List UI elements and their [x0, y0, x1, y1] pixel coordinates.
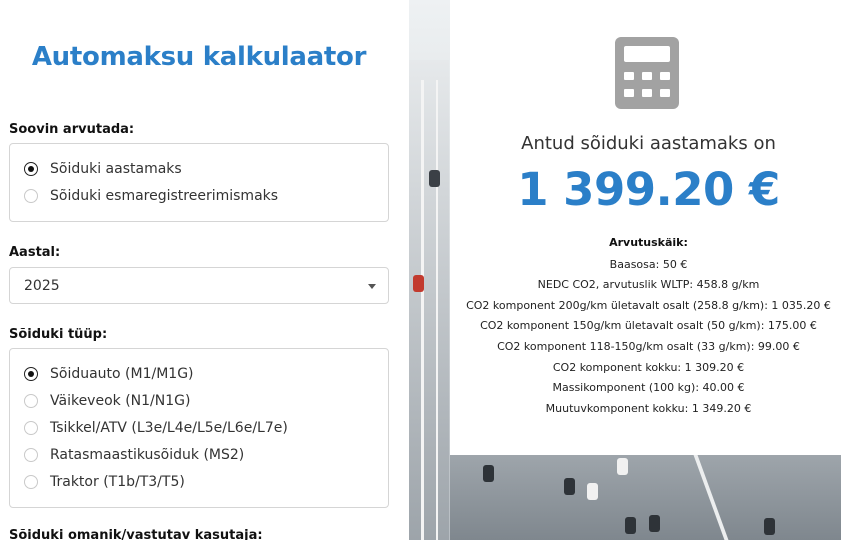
breakdown-heading: Arvutuskäik:	[609, 236, 688, 249]
year-select[interactable]: 2025	[9, 267, 389, 304]
radio-button[interactable]	[24, 162, 38, 176]
lane-marking	[436, 80, 438, 540]
calculator-form: Automaksu kalkulaator Soovin arvutada: S…	[0, 0, 409, 540]
breakdown-line: CO2 komponent 150g/km ületavalt osalt (5…	[480, 319, 817, 332]
radio-button[interactable]	[24, 189, 38, 203]
radio-option-tractor[interactable]: Traktor (T1b/T3/T5)	[24, 474, 185, 490]
car	[413, 275, 424, 292]
car	[649, 515, 660, 532]
radio-label: Tsikkel/ATV (L3e/L4e/L5e/L6e/L7e)	[50, 420, 288, 436]
owner-label: Sõiduki omanik/vastutav kasutaja:	[9, 528, 263, 540]
result-value: 1 399.20 €	[517, 163, 780, 216]
car	[429, 170, 440, 187]
radio-button[interactable]	[24, 421, 38, 435]
car	[483, 465, 494, 482]
highway-road	[409, 60, 449, 540]
vehicle-type-group: Sõiduauto (M1/M1G) Väikeveok (N1/N1G) Ts…	[9, 348, 389, 508]
chevron-down-icon	[368, 284, 376, 289]
result-title: Antud sõiduki aastamaks on	[521, 133, 776, 154]
radio-label: Traktor (T1b/T3/T5)	[50, 474, 185, 490]
radio-button[interactable]	[24, 367, 38, 381]
breakdown-line: Massikomponent (100 kg): 40.00 €	[552, 381, 745, 394]
radio-option-van[interactable]: Väikeveok (N1/N1G)	[24, 393, 190, 409]
breakdown-line: Baasosa: 50 €	[609, 258, 688, 271]
radio-option-offroad[interactable]: Ratasmaastikusõiduk (MS2)	[24, 447, 244, 463]
vehicle-type-label: Sõiduki tüüp:	[9, 327, 108, 342]
breakdown-line: CO2 komponent kokku: 1 309.20 €	[552, 361, 745, 374]
car	[617, 458, 628, 475]
radio-label: Sõiduki esmaregistreerimismaks	[50, 188, 279, 204]
car	[564, 478, 575, 495]
radio-option-motorcycle[interactable]: Tsikkel/ATV (L3e/L4e/L5e/L6e/L7e)	[24, 420, 288, 436]
radio-option-annual-tax[interactable]: Sõiduki aastamaks	[24, 161, 182, 177]
radio-button[interactable]	[24, 394, 38, 408]
breakdown-line: CO2 komponent 200g/km ületavalt osalt (2…	[466, 299, 831, 312]
breakdown-line: CO2 komponent 118-150g/km osalt (33 g/km…	[497, 340, 800, 353]
year-select-value: 2025	[24, 277, 60, 294]
radio-label: Ratasmaastikusõiduk (MS2)	[50, 447, 245, 463]
radio-option-passenger-car[interactable]: Sõiduauto (M1/M1G)	[24, 366, 194, 382]
car	[764, 518, 775, 535]
radio-button[interactable]	[24, 475, 38, 489]
car	[587, 483, 598, 500]
highway-road	[450, 455, 841, 540]
year-label: Aastal:	[9, 245, 61, 260]
radio-button[interactable]	[24, 448, 38, 462]
radio-label: Väikeveok (N1/N1G)	[50, 393, 191, 409]
radio-option-registration-tax[interactable]: Sõiduki esmaregistreerimismaks	[24, 188, 278, 204]
result-card: Antud sõiduki aastamaks on 1 399.20 € Ar…	[450, 0, 841, 455]
calculator-icon	[615, 37, 679, 109]
car	[625, 517, 636, 534]
calc-type-group: Sõiduki aastamaks Sõiduki esmaregistreer…	[9, 143, 389, 222]
page-title: Automaksu kalkulaator	[31, 42, 367, 72]
lane-marking	[421, 80, 424, 540]
radio-label: Sõiduki aastamaks	[50, 161, 182, 177]
breakdown-line: Muutuvkomponent kokku: 1 349.20 €	[545, 402, 752, 415]
radio-label: Sõiduauto (M1/M1G)	[50, 366, 194, 382]
breakdown-line: NEDC CO2, arvutuslik WLTP: 458.8 g/km	[537, 278, 760, 291]
calc-type-label: Soovin arvutada:	[9, 122, 135, 137]
